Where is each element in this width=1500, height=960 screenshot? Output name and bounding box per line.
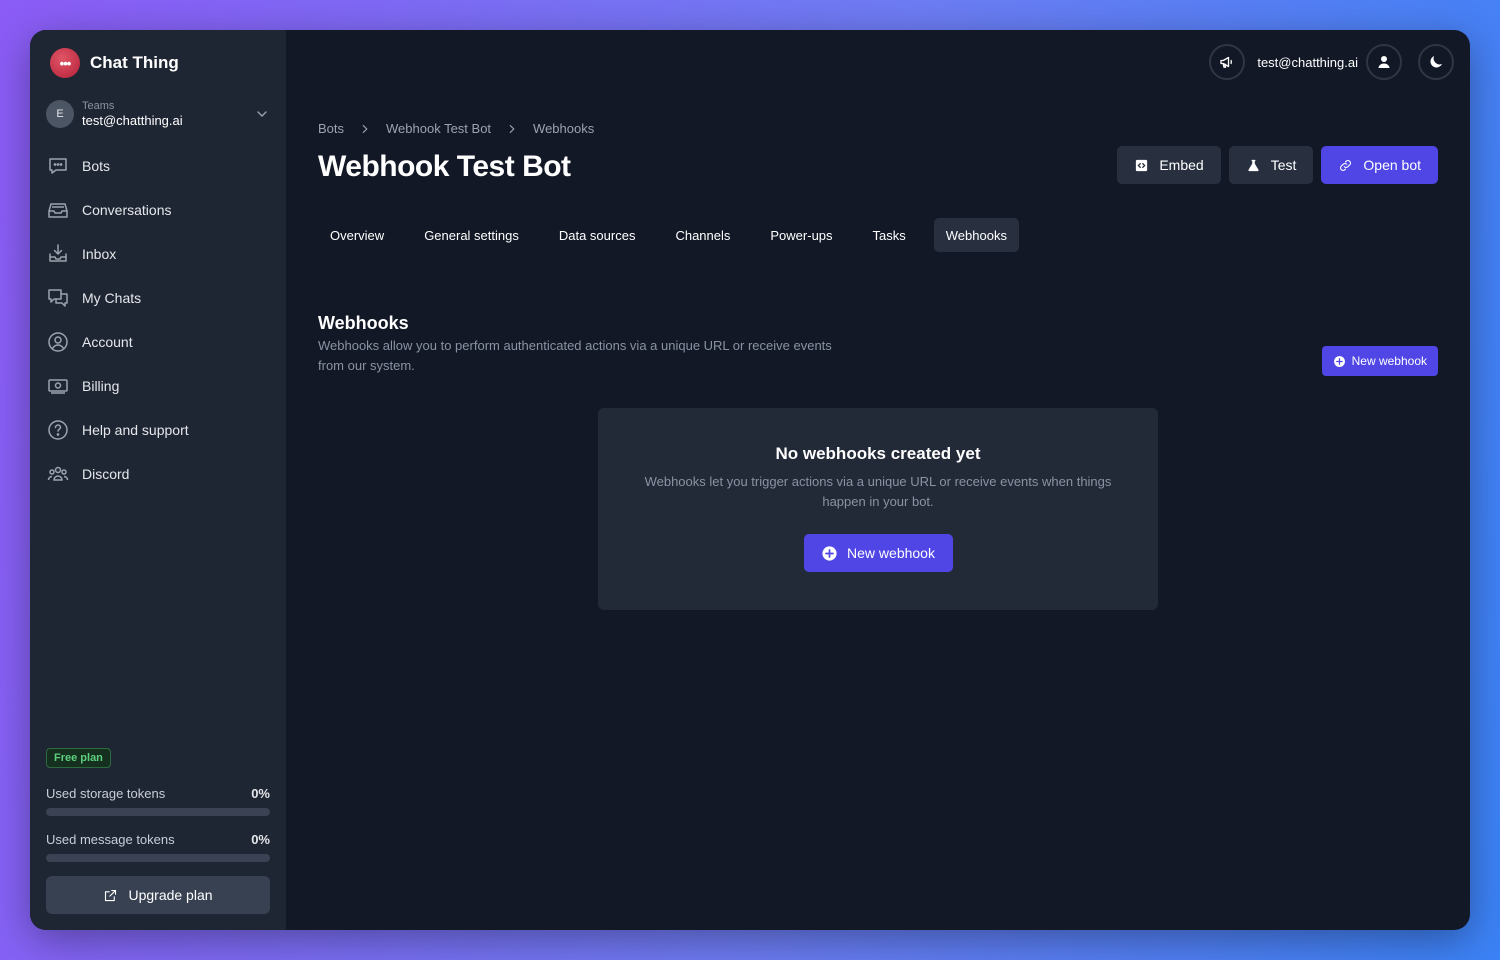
users-group-icon xyxy=(47,466,69,481)
banknote-icon xyxy=(48,379,68,394)
theme-toggle-button[interactable] xyxy=(1418,44,1454,80)
section-description: Webhooks allow you to perform authentica… xyxy=(318,338,832,373)
sidebar-item-label: Account xyxy=(82,334,133,350)
user-menu-button[interactable] xyxy=(1366,44,1402,80)
chat-bubbles-icon xyxy=(48,289,68,307)
external-link-icon xyxy=(105,889,117,901)
storage-usage-bar xyxy=(46,808,270,816)
sidebar-item-conversations[interactable]: Conversations xyxy=(46,188,270,232)
sidebar-item-label: Billing xyxy=(82,378,120,394)
sidebar-item-label: Help and support xyxy=(82,422,189,438)
sidebar: ••• Chat Thing E Teams test@chatthing.ai… xyxy=(30,30,286,930)
empty-state: No webhooks created yet Webhooks let you… xyxy=(598,408,1158,610)
megaphone-icon xyxy=(1220,56,1233,68)
test-label: Test xyxy=(1270,157,1297,173)
empty-new-webhook-button[interactable]: New webhook xyxy=(803,534,953,572)
inbox-stack-icon xyxy=(48,203,68,218)
test-button[interactable]: Test xyxy=(1228,146,1314,184)
new-webhook-label: New webhook xyxy=(1351,354,1427,368)
main-content: test@chatthing.ai Bots Webhook Test Bot … xyxy=(286,30,1470,930)
usage-percent: 0% xyxy=(251,832,270,847)
team-email: test@chatthing.ai xyxy=(82,113,183,128)
topbar: test@chatthing.ai xyxy=(1209,44,1454,80)
open-bot-button[interactable]: Open bot xyxy=(1321,146,1438,184)
team-switcher[interactable]: E Teams test@chatthing.ai xyxy=(46,96,270,132)
link-icon xyxy=(1340,159,1352,171)
empty-new-webhook-label: New webhook xyxy=(847,545,935,561)
user-email: test@chatthing.ai xyxy=(1257,54,1358,70)
page-title: Webhook Test Bot xyxy=(318,150,571,183)
tab-webhooks[interactable]: Webhooks xyxy=(933,218,1019,252)
breadcrumb-item[interactable]: Webhooks xyxy=(533,121,594,136)
chevron-down-icon[interactable] xyxy=(254,106,270,122)
plan-badge: Free plan xyxy=(46,748,111,768)
chevron-right-icon xyxy=(509,124,515,133)
tab-channels[interactable]: Channels xyxy=(663,218,742,252)
plus-circle-icon xyxy=(822,545,837,561)
plus-circle-icon xyxy=(1333,355,1345,367)
sidebar-item-bots[interactable]: Bots xyxy=(46,144,270,188)
sidebar-nav: Bots Conversations Inbox My Chats Accoun… xyxy=(46,144,270,496)
open-bot-label: Open bot xyxy=(1363,157,1421,173)
tab-power-ups[interactable]: Power-ups xyxy=(758,218,844,252)
sidebar-item-help-and-support[interactable]: Help and support xyxy=(46,408,270,452)
storage-usage: Used storage tokens 0% xyxy=(46,786,270,816)
sidebar-item-discord[interactable]: Discord xyxy=(46,452,270,496)
question-circle-icon xyxy=(48,420,68,440)
usage-label: Used message tokens xyxy=(46,832,175,847)
user-icon xyxy=(1378,56,1390,68)
app-name: Chat Thing xyxy=(90,53,179,72)
empty-state-description: Webhooks let you trigger actions via a u… xyxy=(644,474,1112,509)
beaker-icon xyxy=(1248,159,1259,171)
page-actions: Embed Test Open bot xyxy=(1109,146,1438,184)
brand[interactable]: ••• Chat Thing xyxy=(50,48,179,78)
code-square-icon xyxy=(1136,159,1148,171)
user-circle-icon xyxy=(48,332,68,352)
sidebar-item-label: Bots xyxy=(82,158,111,174)
section-title: Webhooks xyxy=(318,313,409,333)
breadcrumb-item[interactable]: Webhook Test Bot xyxy=(386,121,491,136)
upgrade-plan-label: Upgrade plan xyxy=(128,887,213,903)
new-webhook-button[interactable]: New webhook xyxy=(1321,346,1438,376)
upgrade-plan-button[interactable]: Upgrade plan xyxy=(46,876,270,914)
app-window: ••• Chat Thing E Teams test@chatthing.ai… xyxy=(30,30,1470,930)
team-avatar: E xyxy=(46,100,74,128)
sidebar-item-inbox[interactable]: Inbox xyxy=(46,232,270,276)
tab-overview[interactable]: Overview xyxy=(318,218,396,252)
sidebar-item-label: My Chats xyxy=(82,290,142,306)
tab-general-settings[interactable]: General settings xyxy=(412,218,531,252)
inbox-download-icon xyxy=(49,244,67,262)
sidebar-item-label: Conversations xyxy=(82,202,172,218)
tab-tasks[interactable]: Tasks xyxy=(861,218,918,252)
tab-data-sources[interactable]: Data sources xyxy=(547,218,648,252)
announcements-button[interactable] xyxy=(1209,44,1246,80)
usage-percent: 0% xyxy=(251,786,270,801)
team-label: Teams xyxy=(82,100,115,112)
usage-label: Used storage tokens xyxy=(46,786,166,801)
moon-icon xyxy=(1430,56,1442,68)
message-usage-bar xyxy=(46,854,270,862)
chat-thing-logo-icon: ••• xyxy=(50,48,80,78)
embed-label: Embed xyxy=(1159,157,1204,173)
sidebar-item-account[interactable]: Account xyxy=(46,320,270,364)
embed-button[interactable]: Embed xyxy=(1117,146,1221,184)
empty-state-title: No webhooks created yet xyxy=(775,444,981,463)
breadcrumb: Bots Webhook Test Bot Webhooks xyxy=(318,121,594,136)
sidebar-item-label: Inbox xyxy=(82,246,117,262)
sidebar-item-label: Discord xyxy=(82,466,130,482)
chat-bubble-icon xyxy=(49,158,67,174)
chevron-right-icon xyxy=(362,124,368,133)
bot-tabs: Overview General settings Data sources C… xyxy=(318,218,1035,252)
sidebar-item-my-chats[interactable]: My Chats xyxy=(46,276,270,320)
sidebar-item-billing[interactable]: Billing xyxy=(46,364,270,408)
message-usage: Used message tokens 0% xyxy=(46,832,270,862)
breadcrumb-item[interactable]: Bots xyxy=(318,121,344,136)
